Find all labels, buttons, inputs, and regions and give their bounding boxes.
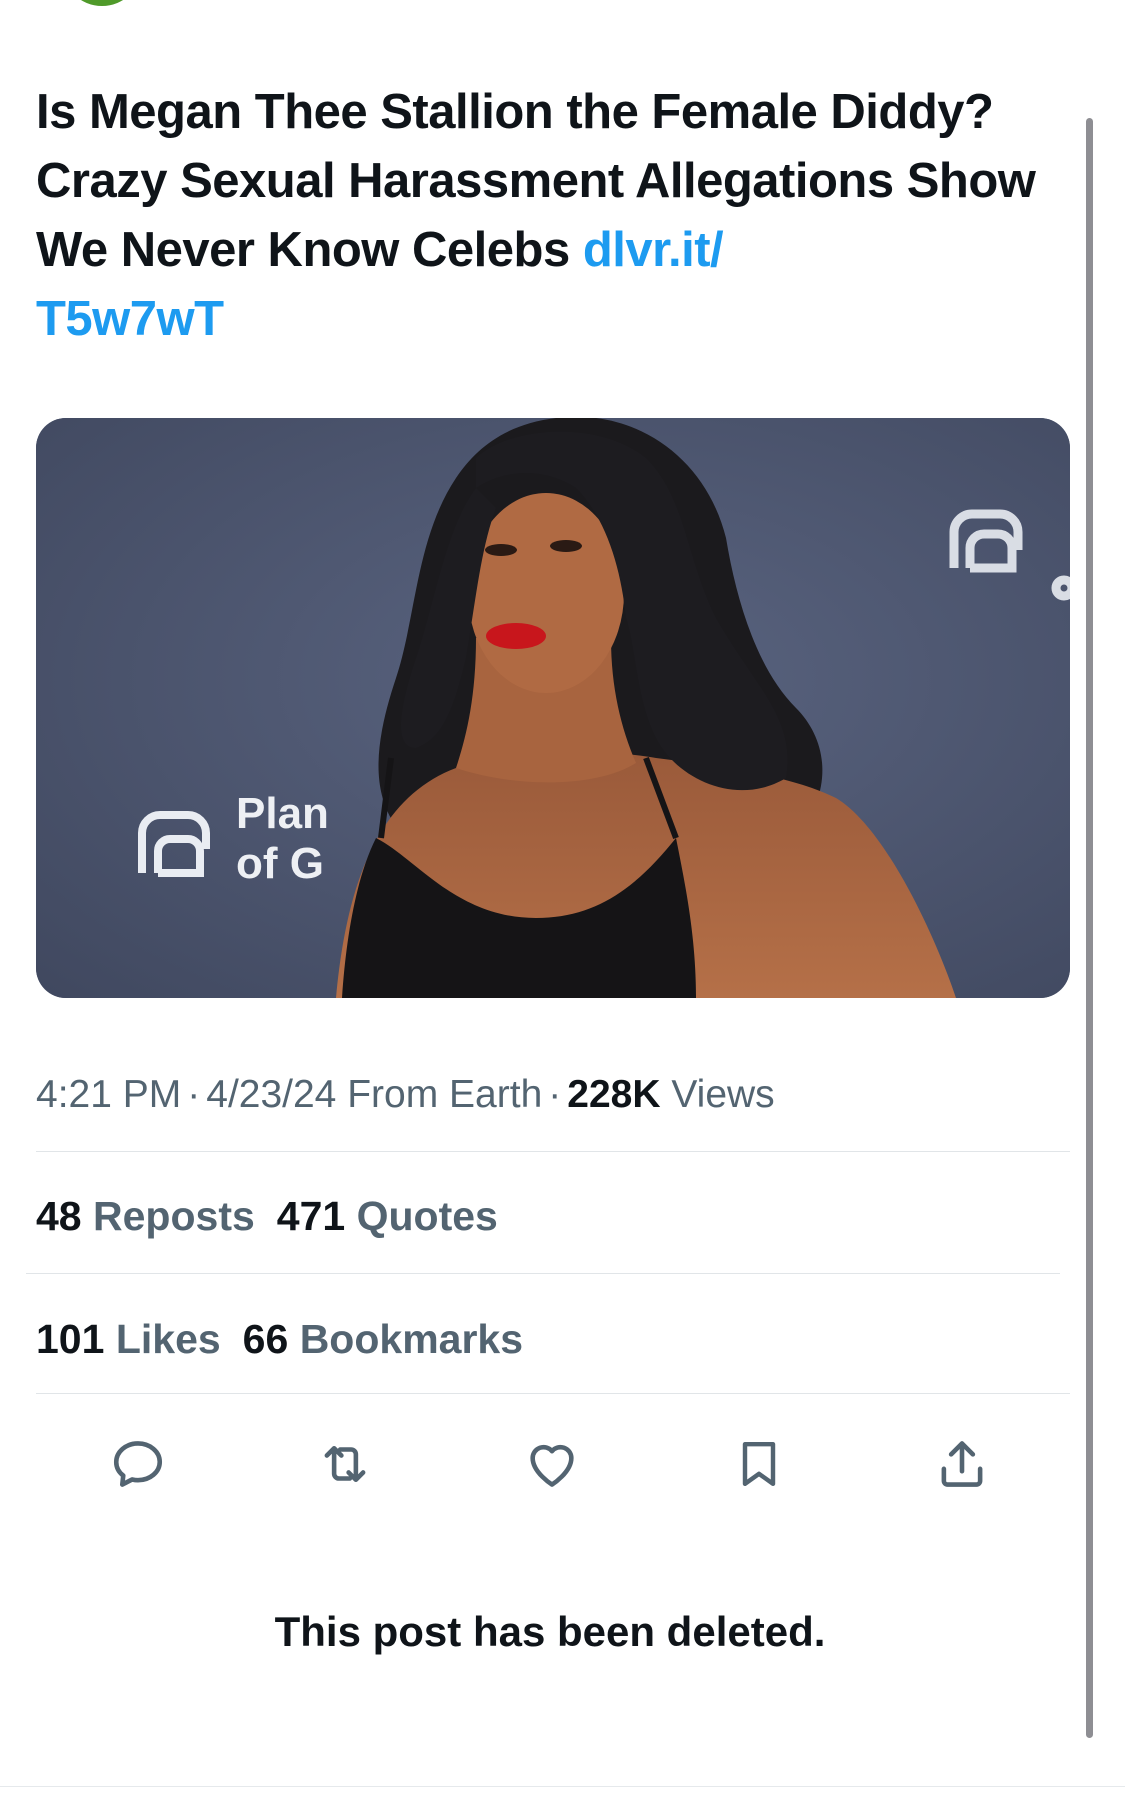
meta-separator: · — [187, 1073, 201, 1116]
bookmarks-label: Bookmarks — [299, 1316, 524, 1362]
likes-label: Likes — [115, 1316, 221, 1362]
repost-button[interactable] — [313, 1432, 377, 1496]
quotes-stat[interactable]: 471 Quotes — [277, 1193, 498, 1239]
bookmarks-count: 66 — [242, 1316, 289, 1362]
quotes-count: 471 — [276, 1193, 346, 1239]
tweet-date[interactable]: 4/23/24 — [206, 1073, 336, 1116]
tweet-meta: 4:21 PM · 4/23/24 From Earth · 228K Views — [36, 1070, 1076, 1120]
like-button[interactable] — [520, 1432, 584, 1496]
tweet-media-image[interactable]: Plan of G — [36, 418, 1070, 998]
views-count: 228K — [567, 1073, 661, 1116]
reply-button[interactable] — [106, 1432, 170, 1496]
backdrop-text-2: of G — [236, 839, 324, 888]
heart-icon — [530, 1444, 574, 1487]
reposts-stat[interactable]: 48 Reposts — [36, 1193, 255, 1239]
divider — [26, 1273, 1060, 1274]
views-label: Views — [671, 1073, 775, 1116]
bookmark-icon — [742, 1441, 776, 1487]
repost-icon — [324, 1445, 366, 1483]
share-button[interactable] — [930, 1432, 994, 1496]
reply-icon — [113, 1441, 163, 1487]
tweet-text: Is Megan Thee Stallion the Female Diddy?… — [36, 78, 1046, 354]
bookmark-button[interactable] — [727, 1432, 791, 1496]
scrollbar[interactable] — [1086, 118, 1093, 1738]
bottom-divider — [0, 1786, 1125, 1787]
tweet-source: From Earth — [347, 1073, 543, 1116]
tweet-time[interactable]: 4:21 PM — [36, 1073, 181, 1116]
meta-separator-2: · — [548, 1073, 562, 1116]
bookmarks-stat[interactable]: 66 Bookmarks — [243, 1316, 523, 1362]
reposts-count: 48 — [36, 1193, 82, 1239]
divider — [36, 1151, 1070, 1152]
likes-count: 101 — [36, 1316, 105, 1362]
tweet-body: Is Megan Thee Stallion the Female Diddy?… — [36, 85, 1036, 277]
reposts-label: Reposts — [93, 1193, 255, 1239]
deleted-post-notice: This post has been deleted. — [274, 1608, 826, 1655]
backdrop-text-1: Plan — [236, 789, 329, 838]
share-icon — [941, 1441, 983, 1487]
divider — [36, 1393, 1070, 1394]
avatar[interactable] — [62, 0, 142, 6]
likes-stat[interactable]: 101 Likes — [36, 1316, 221, 1362]
action-bar — [0, 1432, 1125, 1496]
stats-row-reposts: 48 Reposts 471 Quotes — [36, 1190, 520, 1242]
quotes-label: Quotes — [356, 1193, 498, 1239]
stats-row-likes: 101 Likes 66 Bookmarks — [36, 1313, 545, 1365]
photo-illustration: Plan of G — [36, 418, 1070, 998]
